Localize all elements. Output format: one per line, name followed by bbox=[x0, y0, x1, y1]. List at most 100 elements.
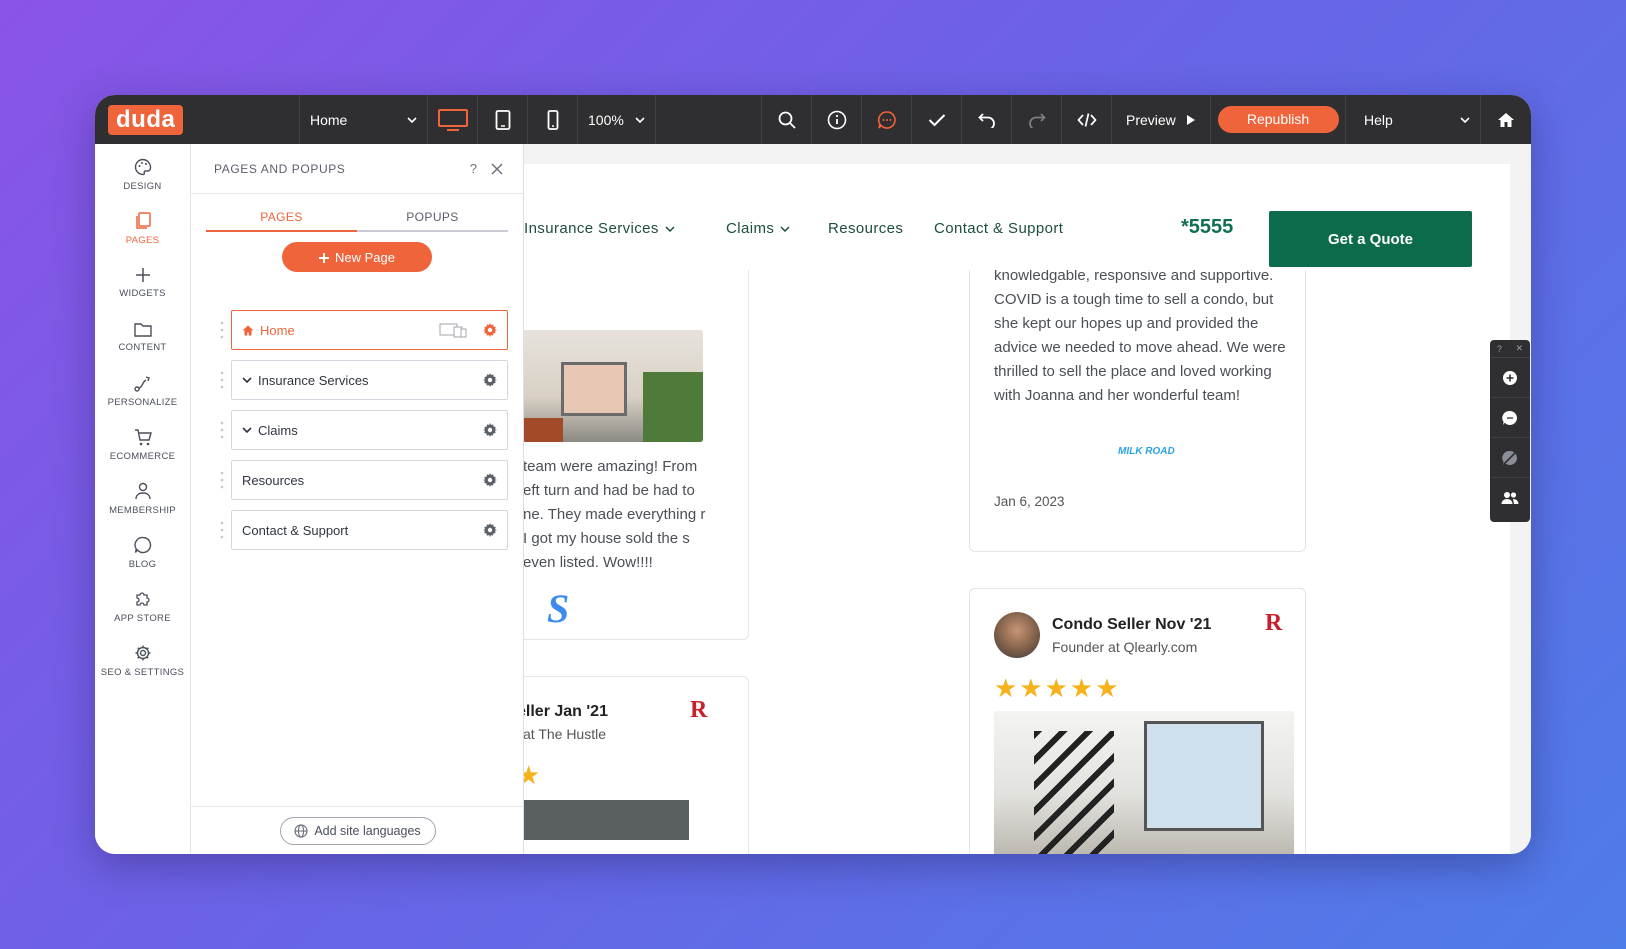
page-selector[interactable]: Home bbox=[300, 95, 428, 144]
comments-list-button[interactable] bbox=[1490, 398, 1530, 438]
add-comment-button[interactable] bbox=[1490, 358, 1530, 398]
site-phone[interactable]: *5555 bbox=[1181, 216, 1233, 239]
floating-help-button[interactable]: ? bbox=[1497, 344, 1502, 354]
dashboard-home-button[interactable] bbox=[1481, 95, 1531, 144]
sidebar-item-label: MEMBERSHIP bbox=[109, 505, 176, 516]
sidebar-item-design[interactable]: DESIGN bbox=[95, 148, 190, 202]
site-nav-claims[interactable]: Claims bbox=[726, 220, 790, 237]
info-button[interactable] bbox=[812, 95, 862, 144]
reviewer-role: at The Hustle bbox=[524, 726, 607, 742]
sidebar-item-ecommerce[interactable]: ECOMMERCE bbox=[95, 418, 190, 472]
duda-logo[interactable]: duda bbox=[108, 104, 184, 135]
new-page-label: New Page bbox=[335, 249, 395, 265]
chevron-down-icon bbox=[665, 225, 675, 232]
company-logo: S bbox=[547, 586, 570, 631]
code-button[interactable] bbox=[1062, 95, 1112, 144]
drag-handle-icon[interactable] bbox=[220, 471, 224, 489]
approve-button[interactable] bbox=[912, 95, 962, 144]
get-a-quote-button[interactable]: Get a Quote bbox=[1269, 211, 1472, 267]
page-item-home[interactable]: Home bbox=[231, 310, 508, 350]
sidebar-item-pages[interactable]: PAGES bbox=[95, 202, 190, 256]
code-icon bbox=[1076, 112, 1097, 128]
drag-handle-icon[interactable] bbox=[220, 371, 224, 389]
site-nav-contact[interactable]: Contact & Support bbox=[934, 220, 1063, 237]
page-name: Insurance Services bbox=[258, 372, 369, 388]
nav-label: Resources bbox=[828, 220, 904, 237]
review-text: team were amazing! From eft turn and had… bbox=[524, 458, 706, 571]
list-item: Claims bbox=[191, 410, 523, 460]
page-item-claims[interactable]: Claims bbox=[231, 410, 508, 450]
page-settings-icon[interactable] bbox=[483, 523, 497, 537]
hide-comments-button[interactable] bbox=[1490, 438, 1530, 478]
search-button[interactable] bbox=[762, 95, 812, 144]
review-card: team were amazing! From eft turn and had… bbox=[524, 224, 749, 640]
sidebar-item-app-store[interactable]: APP STORE bbox=[95, 580, 190, 634]
tablet-view-button[interactable] bbox=[478, 95, 528, 144]
comments-button[interactable] bbox=[862, 95, 912, 144]
floating-toolbar-header: ? ✕ bbox=[1490, 340, 1530, 358]
preview-button[interactable]: Preview bbox=[1112, 95, 1211, 144]
page-settings-icon[interactable] bbox=[483, 323, 497, 337]
home-icon bbox=[1497, 112, 1515, 128]
rating-stars: ★ bbox=[524, 760, 543, 790]
cart-icon bbox=[134, 428, 152, 446]
sidebar-item-personalize[interactable]: PERSONALIZE bbox=[95, 364, 190, 418]
tab-popups[interactable]: POPUPS bbox=[357, 210, 508, 230]
panel-tabs: PAGES POPUPS bbox=[206, 210, 508, 232]
top-toolbar: duda Home 100% Preview Republish Help bbox=[95, 95, 1531, 144]
hide-comments-icon bbox=[1502, 450, 1518, 466]
reviewer-role: Founder at Qlearly.com bbox=[1052, 639, 1198, 655]
preview-label: Preview bbox=[1126, 111, 1176, 128]
chevron-down-icon[interactable] bbox=[242, 377, 252, 383]
floating-close-button[interactable]: ✕ bbox=[1516, 343, 1524, 354]
toolbar-spacer bbox=[656, 95, 762, 144]
mobile-view-button[interactable] bbox=[528, 95, 578, 144]
pages-list: Home Insurance Services Claims Resources… bbox=[191, 310, 523, 560]
chevron-down-icon bbox=[780, 225, 790, 232]
list-item: Home bbox=[191, 310, 523, 360]
tablet-icon bbox=[495, 109, 511, 130]
sidebar-item-blog[interactable]: BLOG bbox=[95, 526, 190, 580]
drag-handle-icon[interactable] bbox=[220, 421, 224, 439]
page-item-contact-support[interactable]: Contact & Support bbox=[231, 510, 508, 550]
page-settings-icon[interactable] bbox=[483, 373, 497, 387]
help-label: Help bbox=[1364, 111, 1393, 128]
desktop-view-button[interactable] bbox=[428, 95, 478, 144]
drag-handle-icon[interactable] bbox=[220, 521, 224, 539]
review-text: knowledgable, responsive and supportive.… bbox=[994, 267, 1286, 404]
page-settings-icon[interactable] bbox=[483, 473, 497, 487]
folder-icon bbox=[133, 322, 152, 337]
zoom-selector[interactable]: 100% bbox=[578, 95, 656, 144]
site-nav-insurance-services[interactable]: Insurance Services bbox=[524, 220, 675, 237]
site-preview[interactable]: Insurance Services Claims Resources Cont… bbox=[524, 164, 1510, 854]
sidebar-item-content[interactable]: CONTENT bbox=[95, 310, 190, 364]
chevron-down-icon[interactable] bbox=[242, 427, 252, 433]
republish-button[interactable]: Republish bbox=[1217, 106, 1339, 133]
page-item-resources[interactable]: Resources bbox=[231, 460, 508, 500]
page-name: Home bbox=[260, 322, 295, 338]
home-icon bbox=[242, 325, 254, 336]
sidebar-item-seo-settings[interactable]: SEO & SETTINGS bbox=[95, 634, 190, 688]
redo-button[interactable] bbox=[1012, 95, 1062, 144]
info-icon bbox=[827, 110, 847, 130]
new-page-button[interactable]: New Page bbox=[282, 242, 432, 272]
sidebar-item-membership[interactable]: MEMBERSHIP bbox=[95, 472, 190, 526]
comments-icon bbox=[877, 110, 897, 130]
help-menu[interactable]: Help bbox=[1345, 95, 1481, 144]
sidebar-item-widgets[interactable]: WIDGETS bbox=[95, 256, 190, 310]
undo-button[interactable] bbox=[962, 95, 1012, 144]
page-settings-icon[interactable] bbox=[483, 423, 497, 437]
close-icon[interactable] bbox=[491, 162, 503, 175]
undo-icon bbox=[977, 112, 996, 128]
collaborators-button[interactable] bbox=[1490, 478, 1530, 518]
add-site-languages-button[interactable]: Add site languages bbox=[279, 816, 436, 845]
panel-help-button[interactable]: ? bbox=[470, 161, 477, 176]
drag-handle-icon[interactable] bbox=[220, 321, 224, 339]
page-item-insurance-services[interactable]: Insurance Services bbox=[231, 360, 508, 400]
chat-icon bbox=[133, 536, 152, 554]
chevron-down-icon bbox=[1460, 116, 1470, 123]
site-header: Insurance Services Claims Resources Cont… bbox=[524, 164, 1510, 270]
site-nav-resources[interactable]: Resources bbox=[828, 220, 903, 237]
tab-pages[interactable]: PAGES bbox=[206, 210, 357, 232]
devices-icon bbox=[439, 322, 467, 338]
